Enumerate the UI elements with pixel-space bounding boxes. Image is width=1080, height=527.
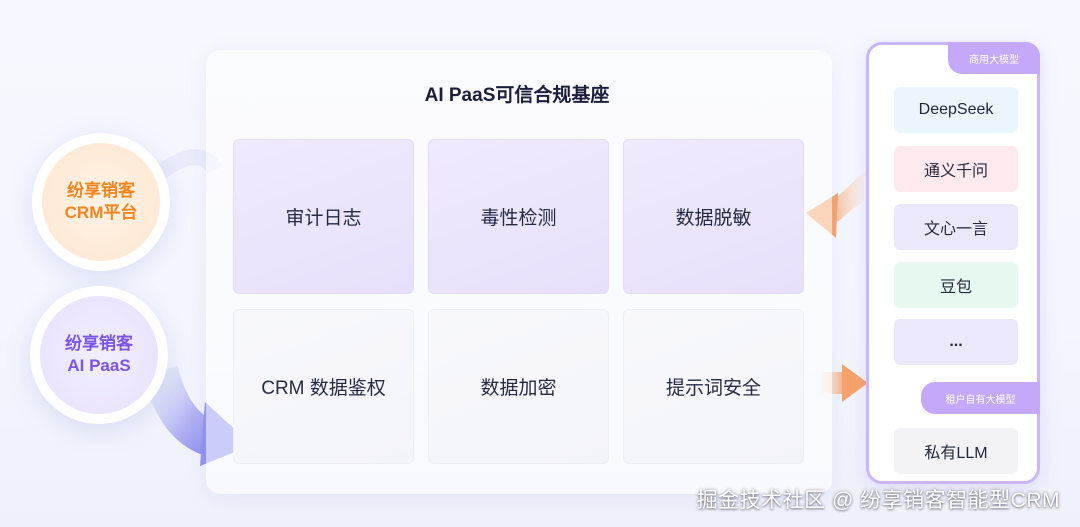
paas-node-line1: 纷享销客	[65, 334, 133, 353]
card-audit-log: 审计日志	[233, 139, 414, 294]
crm-platform-node: 纷享销客 CRM平台	[32, 133, 170, 271]
crm-node-line2: CRM平台	[64, 203, 138, 222]
watermark: 掘金技术社区 @ 纷享销客智能型CRM	[696, 489, 1060, 512]
model-private-llm: 私有LLM	[894, 428, 1018, 474]
crm-node-line1: 纷享销客	[67, 181, 135, 200]
orange-arrow-head-bottom	[842, 364, 868, 402]
model-more: ...	[894, 319, 1018, 365]
model-tongyi: 通义千问	[894, 146, 1018, 192]
model-doubao: 豆包	[894, 262, 1018, 308]
model-deepseek: DeepSeek	[894, 87, 1018, 133]
diagram-stage: 纷享销客 CRM平台 纷享销客 AI PaaS AI PaaS可信合规基座 审计…	[0, 0, 1080, 527]
paas-node-line2: AI PaaS	[67, 356, 131, 375]
card-data-masking: 数据脱敏	[623, 139, 804, 294]
card-prompt-security: 提示词安全	[623, 309, 804, 464]
ai-paas-node: 纷享销客 AI PaaS	[30, 286, 168, 424]
card-toxicity-detection: 毒性检测	[428, 139, 609, 294]
model-wenxin: 文心一言	[894, 204, 1018, 250]
commercial-models-tag: 商用大模型	[948, 42, 1040, 74]
card-data-encryption: 数据加密	[428, 309, 609, 464]
panel-title: AI PaaS可信合规基座	[424, 85, 610, 106]
private-models-tag: 租户自有大模型	[921, 382, 1040, 414]
card-crm-data-auth: CRM 数据鉴权	[233, 309, 414, 464]
